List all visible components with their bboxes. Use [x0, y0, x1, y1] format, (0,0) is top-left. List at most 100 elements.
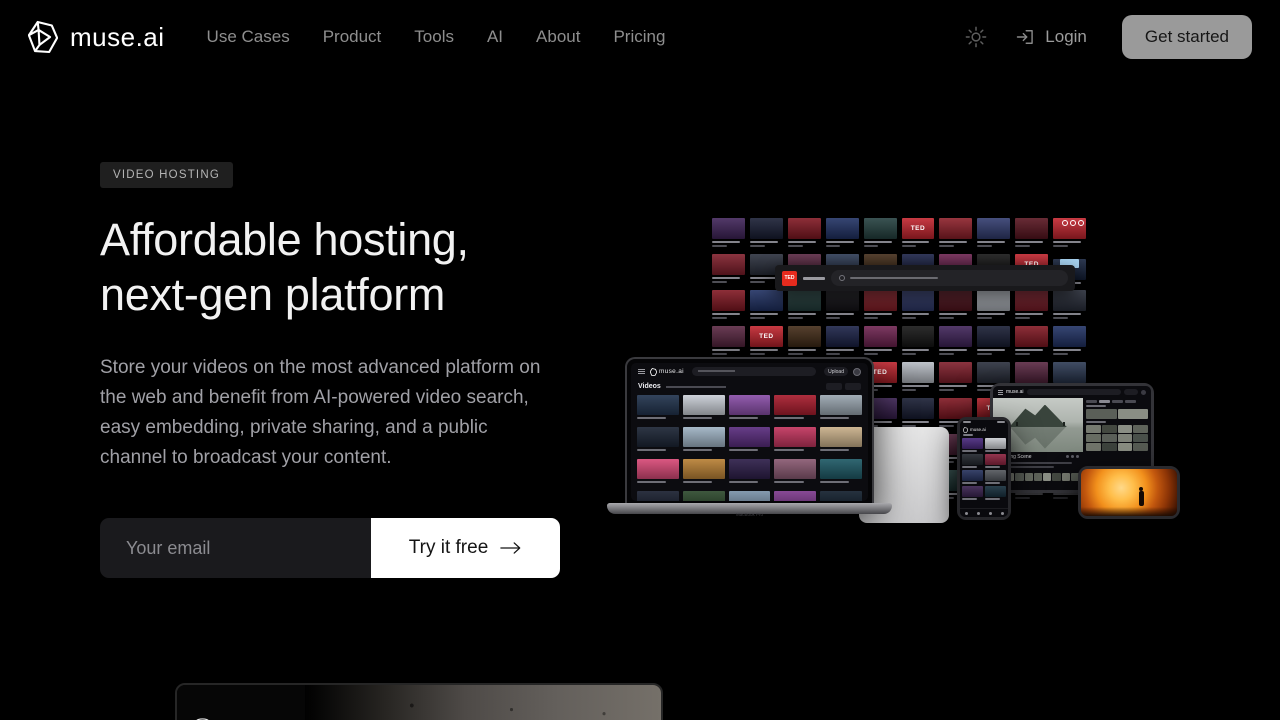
theme-toggle-button[interactable]: [965, 26, 987, 48]
thumbnail-title-bar: [637, 481, 666, 483]
video-thumbnail-image: [985, 454, 1006, 465]
thumbnail-title-bar: [902, 385, 930, 387]
nav-about[interactable]: About: [536, 27, 580, 47]
scene-thumbnail: [1133, 425, 1148, 433]
video-thumbnail-image: [902, 290, 935, 311]
video-thumbnail-image: [637, 491, 679, 501]
video-thumbnail: [637, 395, 679, 423]
window-control-icons: [1062, 220, 1084, 226]
top-right-cluster: Login Get started: [965, 15, 1252, 59]
laptop-mockup: muse.ai Upload Videos: [625, 357, 874, 507]
video-thumbnail-image: [683, 395, 725, 415]
avatar: [1141, 390, 1146, 395]
thumbnail-meta-bar: [1015, 317, 1030, 319]
thumbnail-meta-bar: [939, 245, 954, 247]
video-thumbnail-image: [1015, 326, 1048, 347]
video-thumbnail: [864, 290, 897, 319]
scene-thumbnail: [1118, 425, 1133, 433]
phone-video-grid: [960, 437, 1008, 508]
video-thumbnail-image: [977, 362, 1010, 383]
thumbnail-meta-bar: [1053, 353, 1068, 355]
nav-product[interactable]: Product: [323, 27, 382, 47]
video-thumbnail: [985, 438, 1006, 452]
thumbnail-title-bar: [939, 313, 967, 315]
video-thumbnail: [788, 326, 821, 355]
thumbnail-title-bar: [788, 313, 816, 315]
thumbnail-meta-bar: [826, 353, 841, 355]
thumbnail-title-bar: [729, 449, 758, 451]
thumbnail-meta-bar: [712, 245, 727, 247]
video-thumbnail-image: [939, 290, 972, 311]
thumbnail-title-bar: [826, 313, 854, 315]
thumbnail-meta-bar: [750, 281, 765, 283]
ground-shadow: [1081, 507, 1177, 516]
channel-avatar: TED: [782, 271, 797, 286]
video-thumbnail: [826, 290, 859, 319]
video-thumbnail: [977, 290, 1010, 319]
thumbnail-title-bar: [939, 385, 967, 387]
video-thumbnail: [962, 438, 983, 452]
tablet-upload-button: [1124, 389, 1138, 395]
email-input[interactable]: [100, 518, 371, 578]
video-thumbnail-image: [774, 427, 816, 447]
video-thumbnail: [712, 254, 745, 283]
laptop-view-buttons: [826, 383, 861, 390]
video-thumbnail-image: [902, 398, 935, 419]
login-icon: [1015, 27, 1035, 47]
thumbnail-title-bar: [1015, 493, 1043, 495]
video-thumbnail: [729, 491, 771, 501]
nav-tools[interactable]: Tools: [414, 27, 454, 47]
thumbnail-title-bar: [820, 449, 849, 451]
thumbnail-title-bar: [826, 349, 854, 351]
video-thumbnail: [729, 459, 771, 487]
try-it-free-button[interactable]: Try it free: [371, 518, 560, 578]
hero-title: Affordable hosting, next-gen platform: [100, 212, 570, 322]
thumbnail-title-bar: [864, 349, 892, 351]
video-thumbnail-image: [1015, 290, 1048, 311]
video-thumbnail-image: [902, 326, 935, 347]
video-thumbnail-image: [985, 486, 1006, 497]
thumbnail-title-bar: [962, 498, 977, 500]
video-thumbnail-image: [962, 438, 983, 449]
phone-portrait-mockup: muse.ai: [957, 417, 1011, 520]
thumbnail-meta-bar: [902, 389, 917, 391]
channel-name-placeholder: [803, 277, 825, 280]
thumbnail-meta-bar: [1053, 245, 1068, 247]
scene-thumbnail: [1102, 434, 1117, 442]
video-thumbnail-image: [820, 459, 862, 479]
nav-pricing[interactable]: Pricing: [613, 27, 665, 47]
thumbnail-title-bar: [1015, 349, 1043, 351]
video-thumbnail-image: [939, 362, 972, 383]
thumbnail-title-bar: [962, 466, 977, 468]
tablet-app-logo: muse.ai: [1006, 389, 1024, 395]
arrow-right-icon: [500, 541, 522, 555]
filmstrip-frame: [1025, 473, 1033, 481]
video-thumbnail: [1053, 290, 1086, 319]
video-thumbnail: [985, 454, 1006, 468]
muse-logo-icon: [963, 427, 968, 433]
moon-surface-image: [305, 685, 661, 720]
nav-use-cases[interactable]: Use Cases: [207, 27, 290, 47]
get-started-button[interactable]: Get started: [1122, 15, 1252, 59]
video-thumbnail: [864, 218, 897, 247]
nav-ai[interactable]: AI: [487, 27, 503, 47]
video-thumbnail-image: [1015, 218, 1048, 239]
video-thumbnail-image: [985, 438, 1006, 449]
thumbnail-title-bar: [939, 241, 967, 243]
video-thumbnail: [985, 486, 1006, 500]
thumbnail-title-bar: [962, 450, 977, 452]
channel-search-input: [831, 270, 1068, 286]
video-thumbnail: [750, 218, 783, 247]
video-thumbnail: [826, 326, 859, 355]
video-thumbnail-image: [729, 491, 771, 501]
menu-icon: [998, 390, 1003, 395]
video-thumbnail-image: [864, 218, 897, 239]
video-thumbnail-image: [637, 459, 679, 479]
video-thumbnail-image: [683, 427, 725, 447]
thumbnail-meta-bar: [1053, 317, 1068, 319]
brand-logo[interactable]: muse.ai: [28, 20, 165, 54]
thumbnail-meta-bar: [864, 353, 879, 355]
thumbnail-title-bar: [902, 241, 930, 243]
login-link[interactable]: Login: [1015, 27, 1087, 47]
video-thumbnail: [788, 218, 821, 247]
